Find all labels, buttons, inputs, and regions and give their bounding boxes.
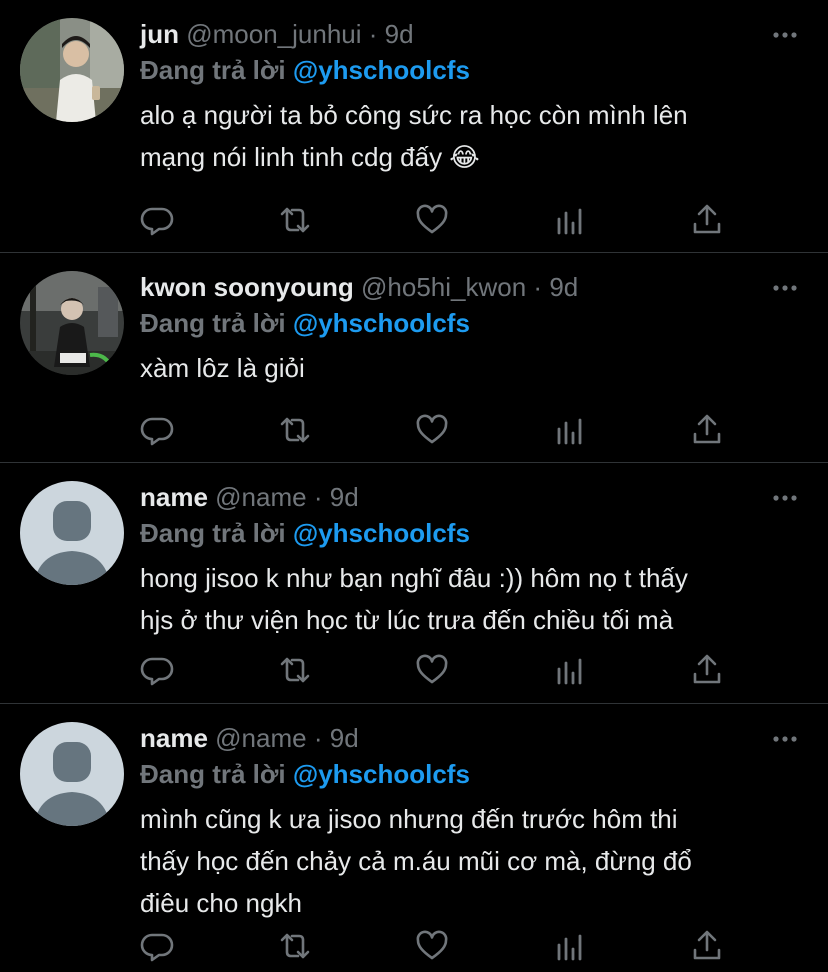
reply-icon: [140, 417, 174, 446]
display-name[interactable]: name: [140, 482, 208, 512]
user-handle[interactable]: @name: [215, 482, 306, 512]
tweet[interactable]: name @name · 9d Đang trả lời @yhschoolcf…: [0, 463, 828, 704]
tweet-header: name @name · 9d: [140, 479, 359, 515]
tweet-header: name @name · 9d: [140, 720, 359, 756]
timestamp[interactable]: 9d: [549, 272, 578, 302]
replying-to-handle[interactable]: @yhschoolcfs: [293, 308, 470, 338]
retweet-button[interactable]: [277, 412, 313, 448]
replying-to-label: Đang trả lời: [140, 518, 286, 548]
tweet-actions: [140, 412, 721, 448]
user-handle[interactable]: @moon_junhui: [186, 19, 361, 49]
timestamp[interactable]: 9d: [330, 482, 359, 512]
tweet-actions: [140, 652, 721, 688]
default-avatar-icon: [20, 481, 124, 585]
like-icon: [416, 654, 448, 684]
like-button[interactable]: [414, 928, 450, 964]
display-name[interactable]: name: [140, 723, 208, 753]
like-button[interactable]: [414, 202, 450, 238]
separator-dot: ·: [313, 482, 323, 512]
replying-to-label: Đang trả lời: [140, 308, 286, 338]
timestamp[interactable]: 9d: [330, 723, 359, 753]
replying-to: Đang trả lời @yhschoolcfs: [140, 515, 470, 551]
replying-to: Đang trả lời @yhschoolcfs: [140, 52, 470, 88]
replying-to-label: Đang trả lời: [140, 759, 286, 789]
tweet[interactable]: kwon soonyoung @ho5hi_kwon · 9d Đang trả…: [0, 253, 828, 463]
reply-button[interactable]: [140, 928, 176, 964]
replying-to-label: Đang trả lời: [140, 55, 286, 85]
like-icon: [416, 930, 448, 960]
replying-to-handle[interactable]: @yhschoolcfs: [293, 55, 470, 85]
user-handle[interactable]: @ho5hi_kwon: [361, 272, 526, 302]
reply-button[interactable]: [140, 412, 176, 448]
like-button[interactable]: [414, 652, 450, 688]
reply-button[interactable]: [140, 652, 176, 688]
tweet-text: hong jisoo k như bạn nghĩ đâu :)) hôm nọ…: [140, 563, 688, 635]
retweet-icon: [280, 933, 310, 959]
analytics-button[interactable]: [552, 928, 588, 964]
separator-dot: ·: [368, 19, 378, 49]
more-options-icon[interactable]: [772, 734, 798, 744]
retweet-button[interactable]: [277, 202, 313, 238]
tweet-text: xàm lôz là giỏi: [140, 353, 305, 383]
replying-to: Đang trả lời @yhschoolcfs: [140, 756, 470, 792]
replying-to-handle[interactable]: @yhschoolcfs: [293, 759, 470, 789]
tweet[interactable]: name @name · 9d Đang trả lời @yhschoolcf…: [0, 704, 828, 972]
reply-button[interactable]: [140, 202, 176, 238]
tweet[interactable]: jun @moon_junhui · 9d Đang trả lời @yhsc…: [0, 0, 828, 253]
analytics-button[interactable]: [552, 652, 588, 688]
retweet-button[interactable]: [277, 652, 313, 688]
display-name[interactable]: jun: [140, 19, 179, 49]
reply-icon: [140, 207, 174, 236]
analytics-button[interactable]: [552, 412, 588, 448]
avatar[interactable]: [20, 481, 124, 585]
tweet-actions: [140, 202, 721, 238]
share-icon: [693, 654, 721, 684]
avatar[interactable]: [20, 271, 124, 375]
replying-to-handle[interactable]: @yhschoolcfs: [293, 518, 470, 548]
analytics-button[interactable]: [552, 202, 588, 238]
tweet-text: mình cũng k ưa jisoo nhưng đến trước hôm…: [140, 804, 692, 918]
more-options-icon[interactable]: [772, 283, 798, 293]
tweet-header: jun @moon_junhui · 9d: [140, 16, 414, 52]
retweet-button[interactable]: [277, 928, 313, 964]
retweet-icon: [280, 417, 310, 443]
retweet-icon: [280, 207, 310, 233]
analytics-icon: [557, 208, 582, 235]
analytics-icon: [557, 418, 582, 445]
share-button[interactable]: [689, 412, 725, 448]
retweet-icon: [280, 657, 310, 683]
user-handle[interactable]: @name: [215, 723, 306, 753]
tweet-header: kwon soonyoung @ho5hi_kwon · 9d: [140, 269, 578, 305]
like-button[interactable]: [414, 412, 450, 448]
avatar[interactable]: [20, 18, 124, 122]
tweet-actions: [140, 928, 721, 964]
share-icon: [693, 930, 721, 960]
separator-dot: ·: [533, 272, 543, 302]
avatar[interactable]: [20, 722, 124, 826]
reply-icon: [140, 657, 174, 686]
share-button[interactable]: [689, 928, 725, 964]
separator-dot: ·: [313, 723, 323, 753]
display-name[interactable]: kwon soonyoung: [140, 272, 354, 302]
default-avatar-icon: [20, 722, 124, 826]
tweet-text: alo ạ người ta bỏ công sức ra học còn mì…: [140, 100, 688, 172]
timestamp[interactable]: 9d: [385, 19, 414, 49]
more-options-icon[interactable]: [772, 493, 798, 503]
more-options-icon[interactable]: [772, 30, 798, 40]
reply-icon: [140, 933, 174, 962]
analytics-icon: [557, 934, 582, 961]
share-icon: [693, 204, 721, 234]
like-icon: [416, 204, 448, 234]
share-button[interactable]: [689, 202, 725, 238]
share-button[interactable]: [689, 652, 725, 688]
analytics-icon: [557, 658, 582, 685]
like-icon: [416, 414, 448, 444]
share-icon: [693, 414, 721, 444]
replying-to: Đang trả lời @yhschoolcfs: [140, 305, 470, 341]
